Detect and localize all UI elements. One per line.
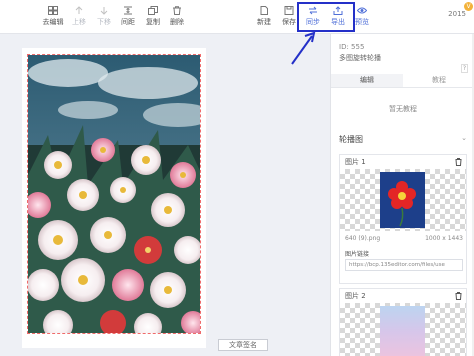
image-dimensions: 1000 x 1443 bbox=[425, 235, 463, 242]
image-preview-area[interactable] bbox=[340, 169, 466, 231]
image-link-input[interactable]: https://bcp.135editor.com/files/use bbox=[345, 259, 463, 271]
image-card-header: 图片 1 bbox=[340, 155, 466, 169]
image-card-1: 图片 1 640 (9).png 1000 x 1443 图片链接 https:… bbox=[339, 154, 467, 284]
tab-edit[interactable]: 编辑 bbox=[331, 74, 403, 87]
chevron-down-icon[interactable]: ⌄ bbox=[461, 134, 467, 142]
new-file-icon bbox=[260, 6, 268, 15]
carousel-section-header[interactable]: 轮播图 ⌄ bbox=[339, 134, 467, 145]
arrow-down-icon bbox=[100, 7, 108, 15]
trash-icon bbox=[173, 6, 181, 15]
component-meta: ID: 555 多图旋转轮播 bbox=[331, 34, 474, 64]
image-label: 图片 2 bbox=[345, 292, 366, 300]
trash-icon[interactable] bbox=[455, 292, 462, 300]
trash-icon[interactable] bbox=[455, 158, 462, 166]
version-badge: V bbox=[464, 2, 473, 11]
component-id: ID: 555 bbox=[339, 43, 365, 51]
image-thumbnail bbox=[380, 306, 425, 356]
help-icon[interactable]: ? bbox=[460, 64, 468, 73]
properties-panel: ID: 555 多图旋转轮播 ? 编辑 教程 暂无教程 轮播图 ⌄ 图片 1 6… bbox=[330, 34, 474, 356]
save-icon bbox=[284, 6, 294, 15]
section-title: 轮播图 bbox=[339, 135, 363, 144]
top-toolbar: 去编辑 上移 下移 间距 复制 删除 新建 保存 同步 导出 预览 2015 V bbox=[0, 0, 474, 34]
component-name: 多图旋转轮播 bbox=[339, 54, 381, 62]
sync-export-highlight bbox=[297, 2, 355, 32]
spacing-icon bbox=[124, 6, 132, 15]
panel-tabs: 编辑 教程 bbox=[331, 74, 474, 88]
image-preview-area[interactable] bbox=[340, 303, 466, 356]
article-signature-button[interactable]: 文章签名 bbox=[218, 339, 268, 351]
image-link-label: 图片链接 bbox=[345, 251, 370, 258]
delete-label: 删除 bbox=[170, 18, 184, 26]
image-card-2: 图片 2 bbox=[339, 288, 467, 356]
grid-icon bbox=[48, 6, 58, 15]
editor-canvas[interactable] bbox=[22, 48, 206, 348]
image-label: 图片 1 bbox=[345, 158, 366, 166]
arrow-up-icon bbox=[75, 6, 83, 14]
file-name: 640 (9).png bbox=[345, 235, 381, 242]
image-card-header: 图片 2 bbox=[340, 289, 466, 303]
carousel-preview-image[interactable] bbox=[27, 54, 201, 334]
copy-icon bbox=[148, 6, 158, 15]
version-number: 2015 bbox=[448, 10, 466, 18]
tab-tutorial[interactable]: 教程 bbox=[403, 74, 474, 87]
no-tutorial-text: 暂无教程 bbox=[389, 105, 417, 113]
image-thumbnail bbox=[380, 172, 425, 228]
delete-button[interactable]: 删除 bbox=[162, 6, 192, 27]
annotation-arrow-icon bbox=[291, 31, 316, 65]
eye-icon bbox=[357, 7, 367, 14]
file-info-row: 640 (9).png 1000 x 1443 bbox=[345, 235, 463, 242]
